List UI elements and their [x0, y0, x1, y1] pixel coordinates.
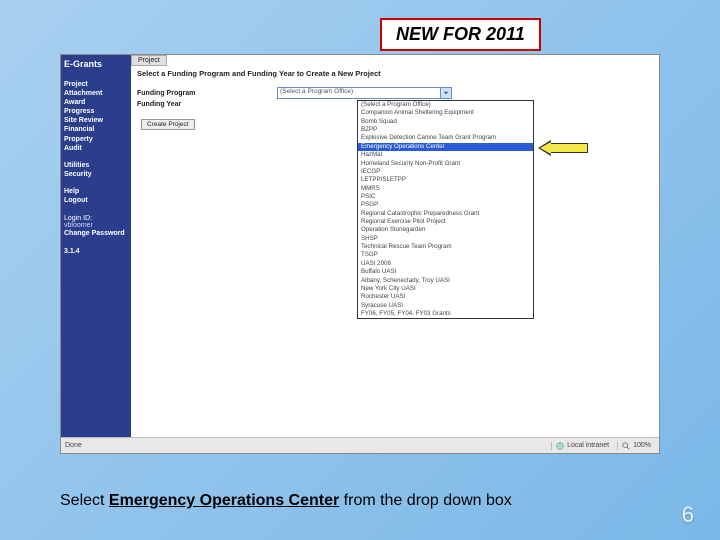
page-title: Select a Funding Program and Funding Yea… — [137, 69, 381, 78]
zoom-icon — [622, 442, 630, 450]
sidebar-item-help[interactable]: Help — [64, 187, 128, 196]
funding-program-dropdown[interactable]: (Select a Program Office)Companion Anima… — [357, 100, 534, 319]
dropdown-option[interactable]: Regional Catastrophic Preparedness Grant — [358, 210, 533, 218]
funding-program-select[interactable]: (Select a Program Office) — [277, 87, 452, 99]
globe-icon — [556, 442, 564, 450]
sidebar-item-financial[interactable]: Financial — [64, 125, 128, 134]
dropdown-option[interactable]: Emergency Operations Center — [358, 143, 533, 151]
page-number: 6 — [682, 502, 694, 528]
dropdown-option[interactable]: HazMat — [358, 151, 533, 159]
dropdown-option[interactable]: IECGP — [358, 168, 533, 176]
sidebar-group-1: Project Attachment Award Progress Site R… — [64, 80, 128, 153]
caption-underline: Emergency Operations Center — [109, 492, 339, 509]
status-zoom-value: 100% — [633, 442, 651, 449]
status-intranet-label: Local intranet — [567, 442, 609, 449]
main-panel: Project Select a Funding Program and Fun… — [131, 55, 659, 437]
sidebar-group-2: Utilities Security — [64, 161, 128, 179]
chevron-down-icon[interactable] — [440, 88, 451, 98]
sidebar-item-change-password[interactable]: Change Password — [64, 229, 128, 238]
dropdown-option[interactable]: Operation Stonegarden — [358, 226, 533, 234]
dropdown-option[interactable]: BZPP — [358, 126, 533, 134]
status-bar: Done Local intranet 100% — [61, 437, 659, 453]
sidebar-item-audit[interactable]: Audit — [64, 144, 128, 153]
row-funding-year: Funding Year — [137, 101, 277, 108]
app-body: E-Grants Project Attachment Award Progre… — [61, 55, 659, 437]
sidebar-group-3: Help Logout — [64, 187, 128, 205]
sidebar-header: E-Grants — [64, 59, 128, 69]
tab-project[interactable]: Project — [131, 55, 167, 66]
dropdown-option[interactable]: Rochester UASI — [358, 293, 533, 301]
sidebar-item-progress[interactable]: Progress — [64, 107, 128, 116]
dropdown-option[interactable]: Regional Exercise Pilot Project — [358, 218, 533, 226]
label-funding-year: Funding Year — [137, 101, 277, 108]
dropdown-option[interactable]: TSGP — [358, 251, 533, 259]
dropdown-option[interactable]: New York City UASI — [358, 285, 533, 293]
new-for-2011-badge: NEW FOR 2011 — [380, 18, 541, 51]
dropdown-option[interactable]: Companion Animal Sheltering Equipment — [358, 109, 533, 117]
dropdown-option[interactable]: LETPP/SLETPP — [358, 176, 533, 184]
sidebar-item-property[interactable]: Property — [64, 135, 128, 144]
dropdown-option[interactable]: SHSP — [358, 235, 533, 243]
create-project-button[interactable]: Create Project — [141, 119, 195, 130]
dropdown-option[interactable]: Bomb Squad — [358, 118, 533, 126]
sidebar-item-award[interactable]: Award — [64, 98, 128, 107]
status-zoom[interactable]: 100% — [617, 442, 655, 450]
dropdown-option[interactable]: Explosive Detection Canine Team Grant Pr… — [358, 134, 533, 142]
sidebar-item-logout[interactable]: Logout — [64, 196, 128, 205]
dropdown-option[interactable]: (Select a Program Office) — [358, 101, 533, 109]
login-id-label: Login ID: — [64, 215, 128, 222]
arrow-callout — [538, 140, 588, 156]
dropdown-option[interactable]: Albany, Schenectady, Troy UASI — [358, 277, 533, 285]
dropdown-option[interactable]: Buffalo UASI — [358, 268, 533, 276]
dropdown-option[interactable]: Technical Rescue Team Program — [358, 243, 533, 251]
sidebar-item-security[interactable]: Security — [64, 170, 128, 179]
dropdown-option[interactable]: UASI 2006 — [358, 260, 533, 268]
dropdown-option[interactable]: Homeland Security Non-Profit Grant — [358, 160, 533, 168]
dropdown-option[interactable]: PSIC — [358, 193, 533, 201]
sidebar-item-attachment[interactable]: Attachment — [64, 89, 128, 98]
app-window: E-Grants Project Attachment Award Progre… — [60, 54, 660, 454]
sidebar-item-project[interactable]: Project — [64, 80, 128, 89]
dropdown-option[interactable]: FY06, FY05, FY04, FY03 Grants — [358, 310, 533, 318]
status-intranet: Local intranet — [551, 442, 613, 450]
sidebar-item-site-review[interactable]: Site Review — [64, 116, 128, 125]
sidebar-item-utilities[interactable]: Utilities — [64, 161, 128, 170]
caption-post: from the drop down box — [339, 492, 512, 509]
instruction-caption: Select Emergency Operations Center from … — [60, 492, 512, 510]
row-funding-program: Funding Program (Select a Program Office… — [137, 87, 452, 99]
funding-program-select-value: (Select a Program Office) — [280, 88, 353, 95]
login-id-value: vbloomer — [64, 222, 128, 229]
dropdown-option[interactable]: MMRS — [358, 185, 533, 193]
dropdown-option[interactable]: PSGP — [358, 201, 533, 209]
sidebar: E-Grants Project Attachment Award Progre… — [61, 55, 131, 437]
dropdown-option[interactable]: Syracuse UASI — [358, 302, 533, 310]
label-funding-program: Funding Program — [137, 90, 277, 97]
sidebar-version: 3.1.4 — [64, 248, 128, 255]
caption-pre: Select — [60, 492, 109, 509]
sidebar-login: Login ID: vbloomer Change Password — [64, 215, 128, 238]
status-left: Done — [65, 442, 82, 449]
